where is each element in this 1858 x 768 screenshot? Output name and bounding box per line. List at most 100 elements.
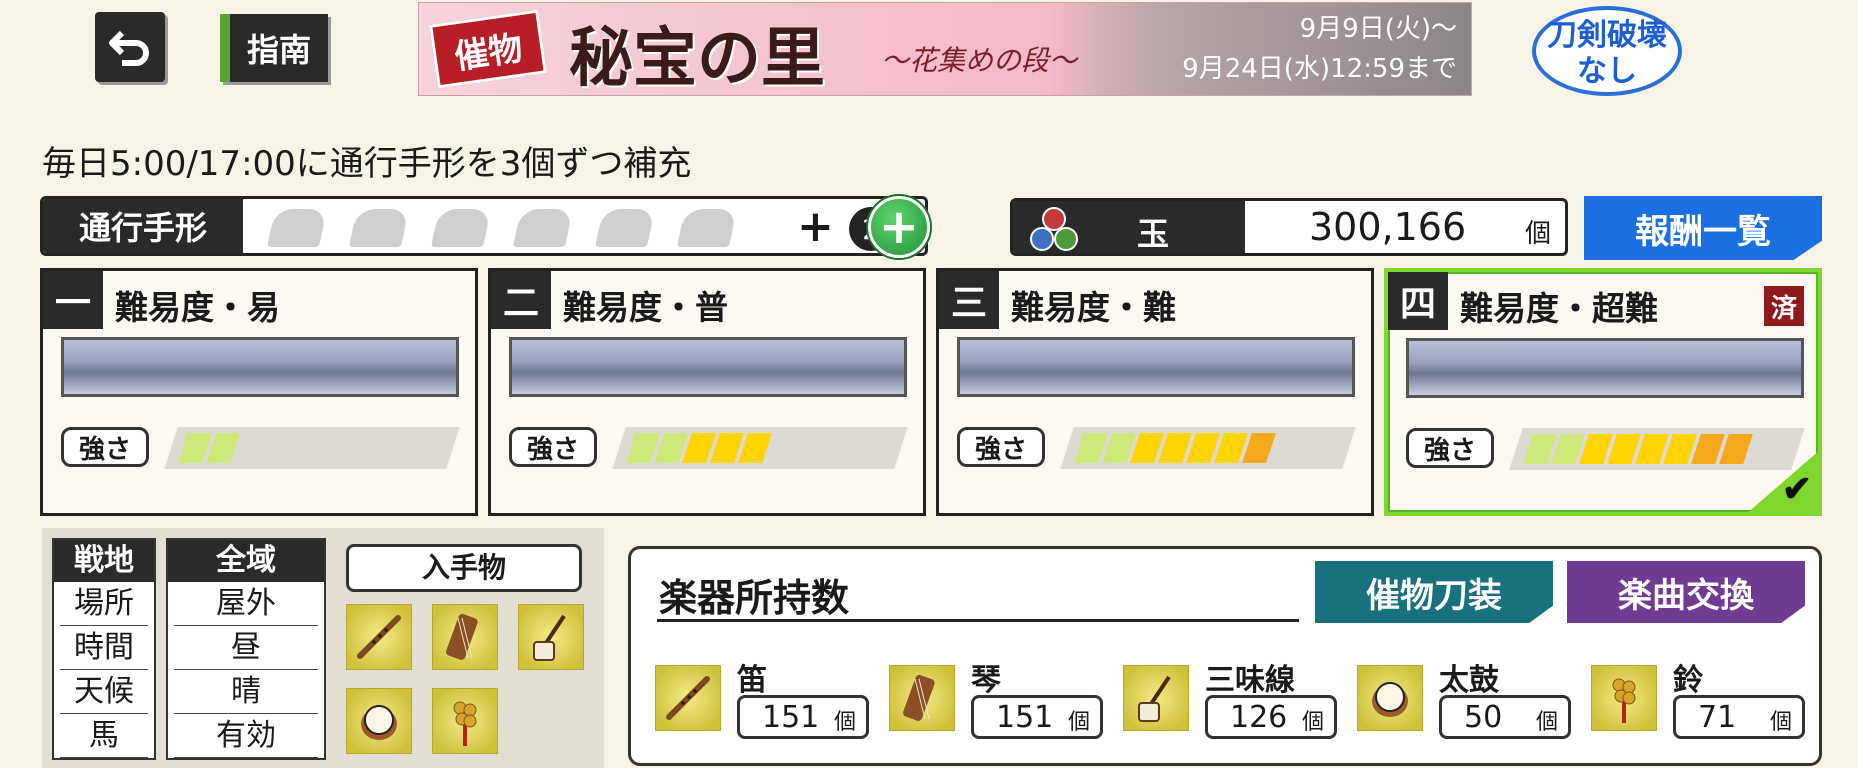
strength-meter xyxy=(164,427,460,469)
info-col2-head: 全域 xyxy=(168,540,324,582)
pass-slot-icon xyxy=(430,209,492,247)
gem-icon xyxy=(1030,207,1078,251)
acquire-items xyxy=(346,604,584,754)
add-pass-button[interactable]: + xyxy=(868,196,930,258)
guide-button[interactable]: 指南 xyxy=(220,14,328,82)
info-col-values: 全域 屋外昼晴有効 xyxy=(166,538,326,760)
instrument-count-box: 126 個 xyxy=(1205,695,1337,739)
battlefield-info-panel: 戦地 場所 時間 天候馬 全域 屋外昼晴有効 入手物 xyxy=(42,528,604,768)
info-value: 昼 xyxy=(174,626,318,670)
event-dates: 9月9日(火)～ 9月24日(水)12:59まで xyxy=(1182,9,1457,89)
instrument-count: 151 xyxy=(762,700,820,735)
reward-list-button[interactable]: 報酬一覧 xyxy=(1584,196,1822,260)
instrument-title: 楽器所持数 xyxy=(659,575,850,620)
landscape-image xyxy=(957,337,1355,397)
instrument-item: 鈴 71 個 xyxy=(1591,649,1807,759)
difficulty-title: 難易度・易 xyxy=(115,288,280,327)
event-date-start: 9月9日(火)～ xyxy=(1299,14,1457,44)
pass-label: 通行手形 xyxy=(43,199,243,253)
event-date-end: 9月24日(水)12:59まで xyxy=(1182,54,1457,84)
pass-slot-icon xyxy=(594,209,656,247)
pass-slots xyxy=(266,209,738,247)
drum-icon xyxy=(1357,665,1423,731)
strength-segment xyxy=(738,433,772,463)
instrument-panel: 楽器所持数 催物刀装 楽曲交換 笛 151 個琴 151 個三味線 126 個太鼓 50 個鈴 7… xyxy=(628,546,1822,766)
difficulty-card-4[interactable]: 四難易度・超難 強さ 済 ✔ xyxy=(1384,268,1822,516)
refill-notice: 毎日5:00/17:00に通行手形を3個ずつ補充 xyxy=(42,144,692,184)
difficulty-number: 四 xyxy=(1388,272,1448,330)
difficulty-number: 三 xyxy=(939,271,999,329)
instrument-item: 三味線 126 個 xyxy=(1123,649,1339,759)
no-break-line2: なし xyxy=(1577,54,1637,89)
drum-icon[interactable] xyxy=(346,688,412,754)
instrument-count-box: 50 個 xyxy=(1439,695,1571,739)
info-value: 有効 xyxy=(174,714,318,758)
info-col-labels: 戦地 場所 時間 天候馬 xyxy=(52,538,156,760)
instrument-item: 笛 151 個 xyxy=(655,649,871,759)
info-value: 屋外 xyxy=(174,582,318,626)
instrument-item: 琴 151 個 xyxy=(889,649,1105,759)
instrument-unit: 個 xyxy=(1769,710,1792,735)
koto-icon[interactable] xyxy=(432,604,498,670)
song-exchange-button[interactable]: 楽曲交換 xyxy=(1567,561,1805,623)
instrument-unit: 個 xyxy=(833,710,856,735)
koto-icon xyxy=(889,665,955,731)
strength-meter xyxy=(1060,427,1356,469)
strength-label: 強さ xyxy=(509,427,597,467)
instrument-name: 三味線 xyxy=(1205,663,1295,698)
instrument-name: 太鼓 xyxy=(1439,663,1499,698)
instrument-count: 50 xyxy=(1464,700,1503,735)
instrument-count: 126 xyxy=(1230,700,1288,735)
bell-icon[interactable] xyxy=(432,688,498,754)
bell-icon xyxy=(1591,665,1657,731)
pass-slot-icon xyxy=(266,209,328,247)
pass-plus-sign: + xyxy=(797,201,834,252)
instrument-name: 鈴 xyxy=(1673,663,1703,698)
shamisen-icon[interactable] xyxy=(518,604,584,670)
info-col1-head: 戦地 xyxy=(54,540,154,582)
acquire-title: 入手物 xyxy=(346,544,582,592)
no-break-badge: 刀剣破壊 なし xyxy=(1532,6,1682,96)
instrument-item: 太鼓 50 個 xyxy=(1357,649,1573,759)
gem-unit: 個 xyxy=(1524,219,1551,249)
check-mark: ✔ xyxy=(1781,468,1812,510)
shamisen-icon xyxy=(1123,665,1189,731)
instrument-unit: 個 xyxy=(1535,710,1558,735)
flute-icon[interactable] xyxy=(346,604,412,670)
strength-segment xyxy=(206,433,240,463)
difficulty-title: 難易度・超難 xyxy=(1460,289,1658,328)
strength-meter xyxy=(1509,428,1805,470)
pass-slot-icon xyxy=(348,209,410,247)
instrument-unit: 個 xyxy=(1301,710,1324,735)
instrument-name: 笛 xyxy=(737,663,767,698)
info-label: 天候 xyxy=(60,670,148,714)
difficulty-card-1[interactable]: 一難易度・易 強さ xyxy=(40,268,478,516)
strength-meter xyxy=(612,427,908,469)
info-label: 時間 xyxy=(60,626,148,670)
instrument-count-box: 71 個 xyxy=(1673,695,1805,739)
difficulty-number: 二 xyxy=(491,271,551,329)
pass-slot-icon xyxy=(676,209,738,247)
back-button[interactable] xyxy=(95,12,165,82)
pass-bar: 通行手形 + 2 xyxy=(40,196,928,256)
event-subtitle: ～花集めの段～ xyxy=(881,44,1078,77)
event-title: 秘宝の里 xyxy=(569,21,825,96)
instrument-count-box: 151 個 xyxy=(971,695,1103,739)
strength-label: 強さ xyxy=(61,427,149,467)
strength-segment xyxy=(1242,433,1276,463)
landscape-image xyxy=(509,337,907,397)
strength-label: 強さ xyxy=(1406,428,1494,468)
difficulty-title: 難易度・難 xyxy=(1011,288,1176,327)
landscape-image xyxy=(61,337,459,397)
event-equipment-button[interactable]: 催物刀装 xyxy=(1315,561,1553,623)
instrument-name: 琴 xyxy=(971,663,1001,698)
difficulty-card-3[interactable]: 三難易度・難 強さ xyxy=(936,268,1374,516)
event-tag: 催物 xyxy=(429,9,547,89)
back-arrow-icon xyxy=(109,30,149,66)
event-banner[interactable]: 催物 秘宝の里 ～花集めの段～ 9月9日(火)～ 9月24日(水)12:59まで xyxy=(418,2,1472,96)
flute-icon xyxy=(655,665,721,731)
pass-slot-icon xyxy=(512,209,574,247)
difficulty-card-2[interactable]: 二難易度・普 強さ xyxy=(488,268,926,516)
landscape-image xyxy=(1406,338,1804,398)
gem-bar: 玉 300,166 個 xyxy=(1010,198,1568,256)
